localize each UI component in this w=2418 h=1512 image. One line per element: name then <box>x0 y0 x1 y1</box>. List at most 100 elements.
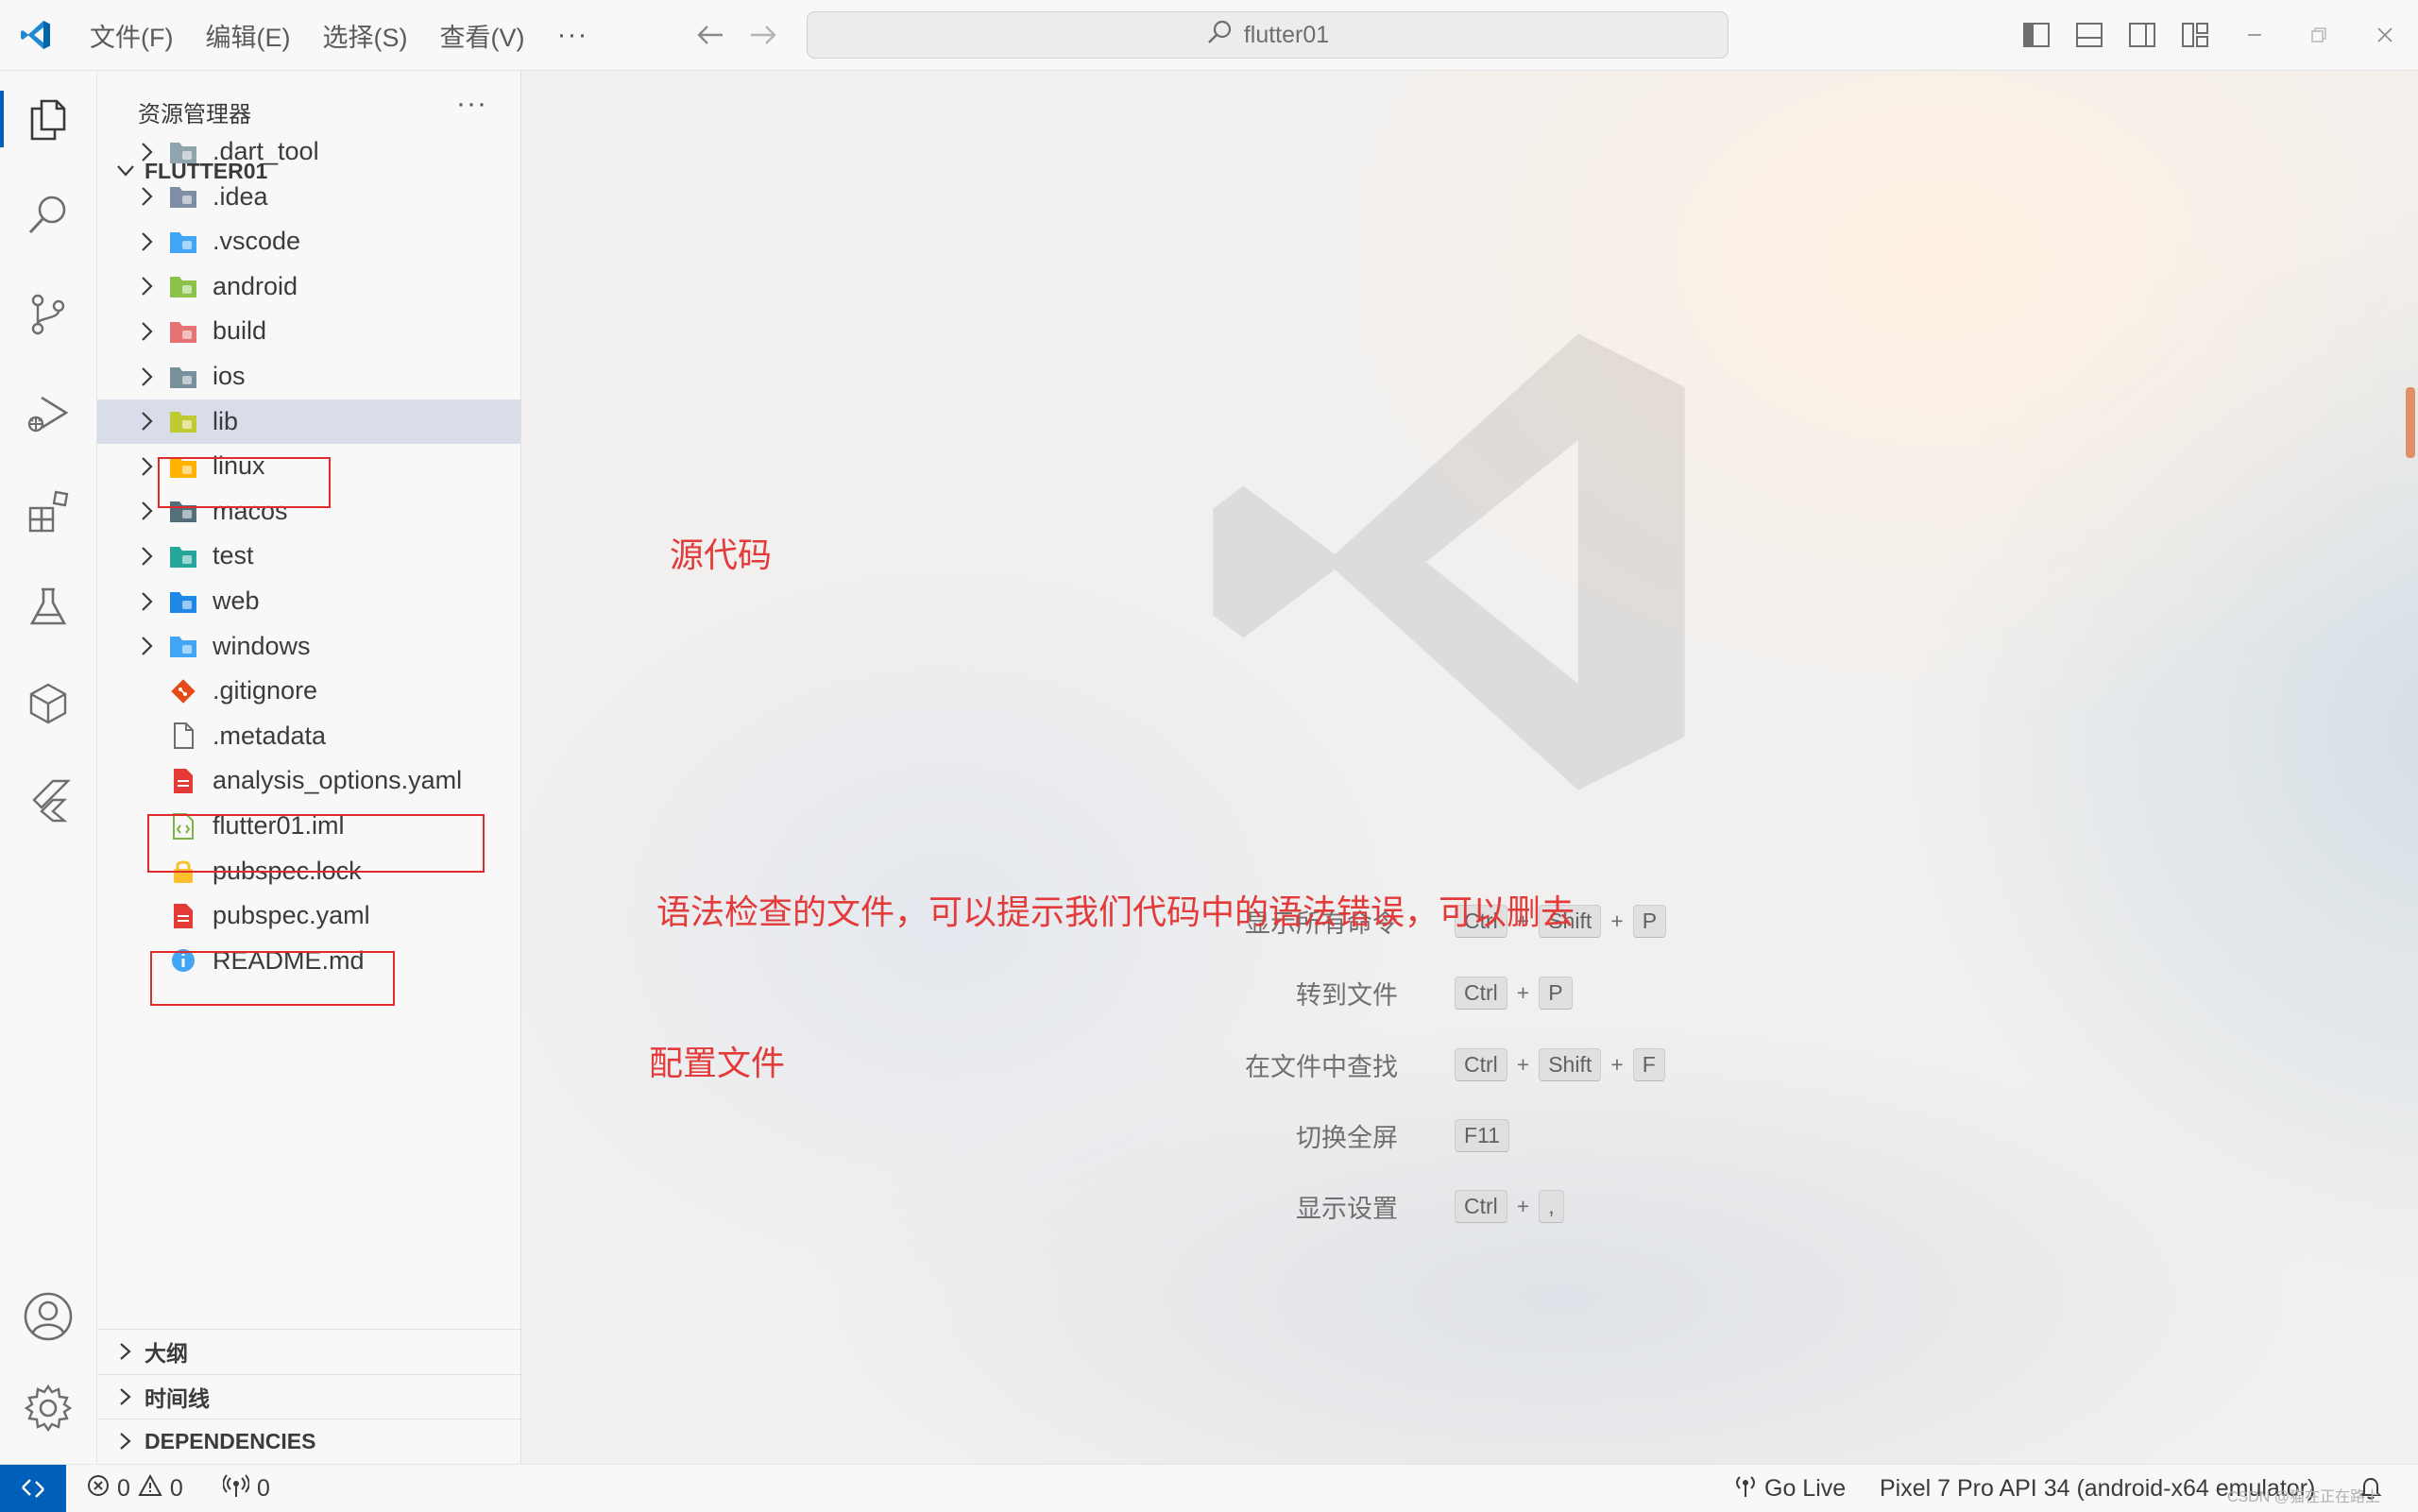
close-button[interactable] <box>2358 0 2412 70</box>
annotation-pubspec: 配置文件 <box>649 1044 786 1082</box>
chevron-right-icon <box>107 1342 145 1361</box>
dependencies-panel-header[interactable]: DEPENDENCIES <box>97 1419 520 1463</box>
menu-bar: 文件(F) 编辑(E) 选择(S) 查看(V) ··· <box>74 0 604 70</box>
chevron-right-icon <box>133 366 162 387</box>
explorer-sidebar: 资源管理器 ··· FLUTTER01 .dart_tool .idea .vsco… <box>97 71 521 1464</box>
search-text: flutter01 <box>1243 21 1330 48</box>
error-count: 0 <box>117 1474 130 1502</box>
error-icon <box>87 1474 110 1504</box>
tree-folder-vscode[interactable]: .vscode <box>97 219 520 263</box>
tree-item-label: .idea <box>213 181 268 211</box>
tree-item-label: .vscode <box>213 227 301 256</box>
ports-indicator[interactable]: 0 <box>222 1465 270 1512</box>
remote-explorer-icon[interactable] <box>0 658 96 749</box>
testing-icon[interactable] <box>0 562 96 653</box>
plus-sign: + <box>1516 979 1530 1005</box>
tree-folder-dart_tool[interactable]: .dart_tool <box>97 129 520 174</box>
folder-windows-icon <box>167 630 199 662</box>
folder-gray-icon <box>167 136 199 168</box>
chevron-right-icon <box>133 636 162 656</box>
toggle-panel-icon[interactable] <box>2072 18 2106 52</box>
chevron-right-icon <box>107 1387 145 1406</box>
tree-file-gitignore[interactable]: .gitignore <box>97 669 520 713</box>
chevron-right-icon <box>107 1432 145 1451</box>
tree-item-label: build <box>213 316 267 346</box>
broadcast-icon <box>1734 1473 1757 1504</box>
watermark-text: CSDN @猫在正在路上 <box>2226 1489 2380 1505</box>
chevron-right-icon <box>133 142 162 162</box>
scrollbar-marker[interactable] <box>2406 387 2415 458</box>
tree-file-analysis_options-yaml[interactable]: analysis_options.yaml <box>97 758 520 803</box>
toggle-secondary-sidebar-icon[interactable] <box>2125 18 2159 52</box>
minimize-button[interactable] <box>2227 0 2282 70</box>
go-live-button[interactable]: Go Live <box>1734 1465 1846 1512</box>
settings-gear-icon[interactable] <box>0 1363 96 1453</box>
plus-sign: + <box>1610 908 1624 933</box>
folder-ios-icon <box>167 361 199 393</box>
menu-edit[interactable]: 编辑(E) <box>189 11 306 59</box>
explorer-icon[interactable] <box>0 74 96 164</box>
outline-label: 大纲 <box>145 1341 188 1366</box>
search-icon[interactable] <box>0 170 96 261</box>
chevron-right-icon <box>133 276 162 297</box>
tree-folder-android[interactable]: android <box>97 264 520 309</box>
run-and-debug-icon[interactable] <box>0 368 96 459</box>
outline-panel-header[interactable]: 大纲 <box>97 1329 520 1373</box>
tree-item-label: windows <box>213 631 311 660</box>
tree-folder-lib[interactable]: lib <box>97 399 520 444</box>
tree-folder-ios[interactable]: ios <box>97 354 520 399</box>
highlight-box-lib <box>158 457 331 508</box>
tree-folder-windows[interactable]: windows <box>97 624 520 669</box>
title-bar: 文件(F) 编辑(E) 选择(S) 查看(V) ··· flutter01 <box>0 0 2418 71</box>
tree-item-label: .metadata <box>213 721 327 750</box>
key-f: F <box>1632 1047 1665 1081</box>
remote-indicator-button[interactable] <box>0 1465 66 1512</box>
source-control-icon[interactable] <box>0 269 96 360</box>
dependencies-label: DEPENDENCIES <box>145 1428 316 1453</box>
search-icon <box>1206 19 1233 52</box>
plus-sign: + <box>1516 1051 1530 1077</box>
chevron-right-icon <box>133 186 162 207</box>
key-shift: Shift <box>1539 1047 1602 1081</box>
tree-item-label: lib <box>213 406 239 435</box>
tree-folder-test[interactable]: test <box>97 534 520 578</box>
tree-item-label: .gitignore <box>213 676 318 705</box>
chevron-right-icon <box>133 411 162 432</box>
shortcut-keys: Ctrl + P <box>1455 970 1573 1015</box>
tree-file-pubspec-yaml[interactable]: pubspec.yaml <box>97 893 520 938</box>
folder-build-icon <box>167 315 199 348</box>
tree-folder-web[interactable]: web <box>97 579 520 623</box>
toggle-primary-sidebar-icon[interactable] <box>2019 18 2053 52</box>
tree-item-label: analysis_options.yaml <box>213 766 463 795</box>
restore-button[interactable] <box>2291 0 2346 70</box>
tree-folder-build[interactable]: build <box>97 309 520 353</box>
yaml-icon <box>167 900 199 932</box>
shortcut-find-in-files: 在文件中查找 Ctrl + Shift + F <box>521 1042 2418 1087</box>
menu-view[interactable]: 查看(V) <box>423 11 540 59</box>
back-arrow-icon[interactable] <box>686 0 735 70</box>
tree-file-metadata[interactable]: .metadata <box>97 714 520 758</box>
menu-file[interactable]: 文件(F) <box>74 11 189 59</box>
chevron-right-icon <box>133 591 162 612</box>
tree-folder-idea[interactable]: .idea <box>97 175 520 219</box>
timeline-panel-header[interactable]: 时间线 <box>97 1374 520 1419</box>
folder-test-icon <box>167 540 199 572</box>
file-icon <box>167 720 199 752</box>
menu-more-button[interactable]: ··· <box>540 11 604 59</box>
folder-web-icon <box>167 586 199 618</box>
forward-arrow-icon[interactable] <box>739 0 788 70</box>
ports-count: 0 <box>257 1474 270 1502</box>
problems-indicator[interactable]: 0 0 <box>87 1465 183 1512</box>
command-center-search[interactable]: flutter01 <box>807 11 1728 59</box>
extensions-icon[interactable] <box>0 466 96 556</box>
sidebar-more-button[interactable]: ··· <box>456 88 487 120</box>
shortcut-label: 转到文件 <box>1296 980 1398 1010</box>
tree-item-label: test <box>213 541 254 570</box>
menu-selection[interactable]: 选择(S) <box>306 11 423 59</box>
flutter-icon[interactable] <box>0 755 96 845</box>
shortcut-label: 显示设置 <box>1296 1194 1398 1223</box>
customize-layout-icon[interactable] <box>2178 18 2212 52</box>
key-f11: F11 <box>1455 1118 1509 1152</box>
chevron-right-icon <box>133 231 162 252</box>
accounts-icon[interactable] <box>0 1271 96 1362</box>
